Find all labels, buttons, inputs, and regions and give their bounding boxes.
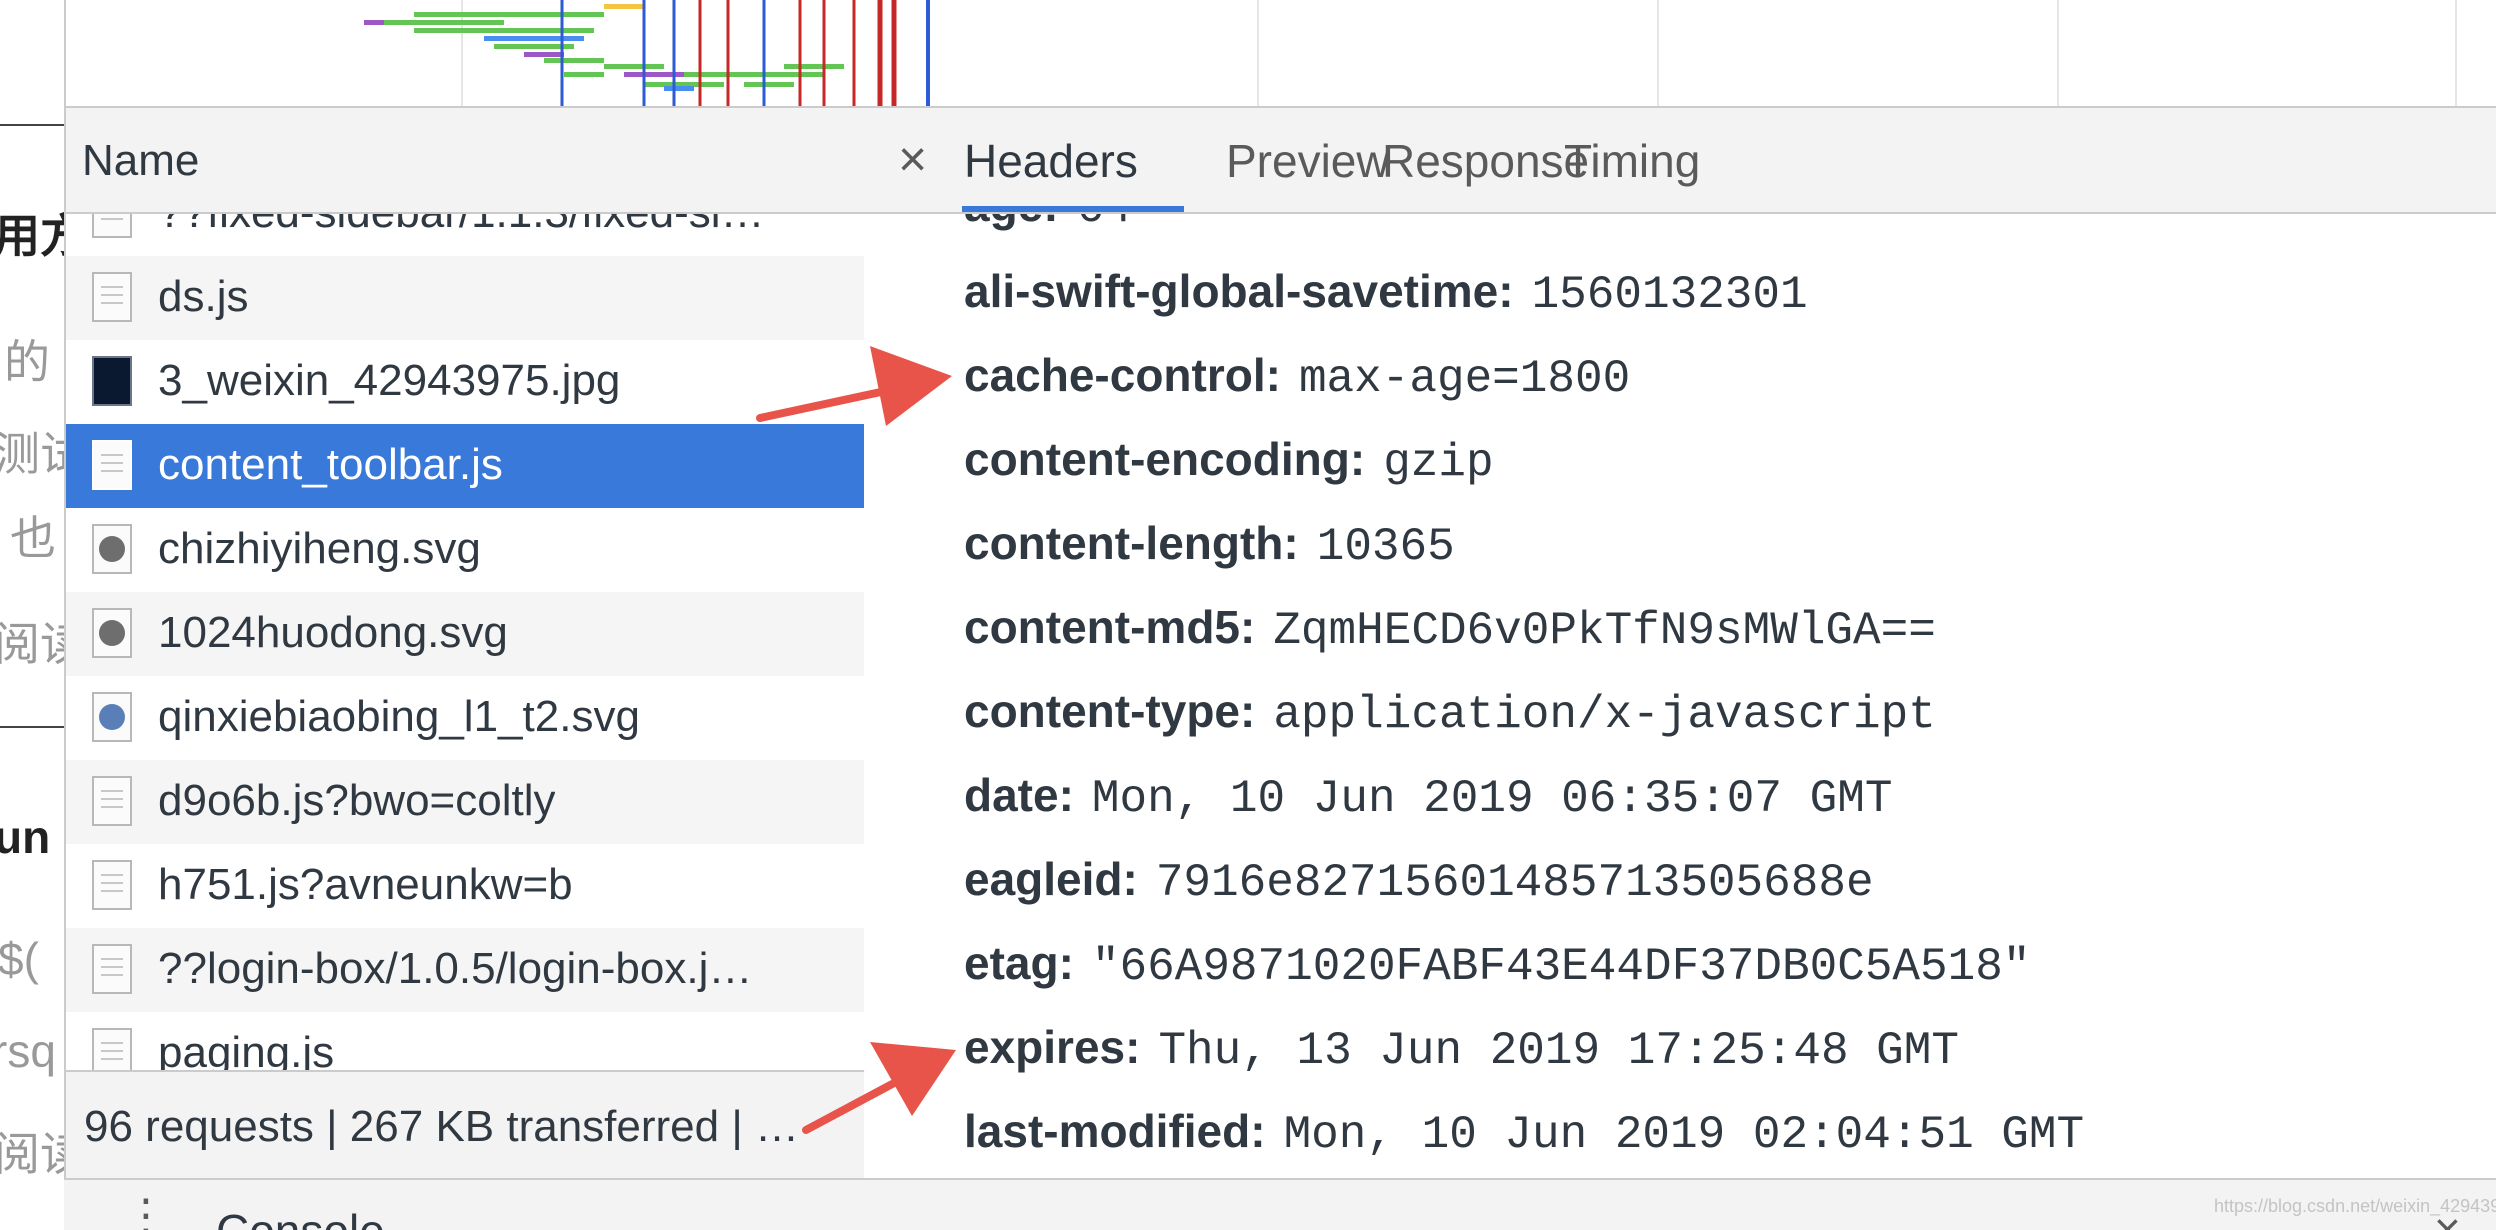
header-value: Thu, 13 Jun 2019 17:25:48 GMT bbox=[1158, 1025, 1959, 1077]
watermark: https://blog.csdn.net/weixin_42943975 bbox=[2214, 1196, 2496, 1216]
request-row[interactable]: h751.js?avneunkw=b bbox=[66, 844, 864, 928]
page-text-fragment: 也 bbox=[10, 512, 56, 564]
svg-badge-icon bbox=[92, 692, 132, 742]
header-key: ali-swift-global-savetime: bbox=[964, 265, 1514, 317]
page-text-fragment: 阅读 bbox=[0, 618, 64, 670]
header-key: content-length: bbox=[964, 517, 1299, 569]
request-detail-pane: × Headers Preview Response Timing age: 64… bbox=[864, 108, 2496, 1178]
file-icon bbox=[92, 214, 132, 238]
request-name: d9o6b.js?bwo=coltly bbox=[158, 776, 556, 825]
network-overview[interactable] bbox=[64, 0, 2496, 108]
header-value: "66A9871020FABF43E44DF37DB0C5A518" bbox=[1091, 941, 2031, 993]
close-icon[interactable]: × bbox=[898, 130, 927, 188]
request-name: ds.js bbox=[158, 272, 249, 321]
request-summary: 96 requests | 267 KB transferred | … bbox=[84, 1102, 799, 1151]
name-column-header[interactable]: Name bbox=[66, 108, 864, 214]
request-row[interactable]: 1024huodong.svg bbox=[66, 592, 864, 676]
header-value: 64 bbox=[1077, 214, 1132, 235]
header-value: Mon, 10 Jun 2019 06:35:07 GMT bbox=[1091, 773, 1893, 825]
header-key: etag: bbox=[964, 937, 1074, 989]
request-name-column: Name ??fixed-sidebar/1.1.3/fixed-si… ds.… bbox=[64, 108, 866, 1178]
header-value: 7916e82715601485713505688e bbox=[1155, 857, 1874, 909]
header-row: expires: Thu, 13 Jun 2019 17:25:48 GMT bbox=[964, 1020, 1959, 1077]
page-heading-fragment: 用方 bbox=[0, 210, 64, 262]
detail-tabbar: × Headers Preview Response Timing bbox=[864, 108, 2496, 214]
request-row[interactable]: qinxiebiaobing_l1_t2.svg bbox=[66, 676, 864, 760]
svg-badge-icon bbox=[92, 608, 132, 658]
header-key: last-modified: bbox=[964, 1105, 1266, 1157]
header-value: max-age=1800 bbox=[1298, 353, 1631, 405]
file-icon bbox=[92, 944, 132, 994]
page-text-fragment: rsq bbox=[0, 1025, 56, 1077]
tab-timing[interactable]: Timing bbox=[1564, 134, 1700, 188]
request-row[interactable]: d9o6b.js?bwo=coltly bbox=[66, 760, 864, 844]
header-row: etag: "66A9871020FABF43E44DF37DB0C5A518" bbox=[964, 936, 2030, 993]
request-row[interactable]: ??fixed-sidebar/1.1.3/fixed-si… bbox=[66, 214, 864, 256]
divider bbox=[0, 726, 64, 728]
image-icon bbox=[92, 356, 132, 406]
page-heading-fragment: un bbox=[0, 811, 51, 863]
page-text-fragment: 阅读 bbox=[0, 1128, 64, 1180]
tab-console[interactable]: Console bbox=[216, 1204, 385, 1230]
network-status-bar: 96 requests | 267 KB transferred | … bbox=[66, 1070, 864, 1178]
header-key: date: bbox=[964, 769, 1074, 821]
annotation-arrow-icon bbox=[756, 346, 952, 426]
file-icon bbox=[92, 776, 132, 826]
request-name: h751.js?avneunkw=b bbox=[158, 860, 573, 909]
page-text-fragment: 的 bbox=[4, 336, 50, 388]
devtools-panel: Name ??fixed-sidebar/1.1.3/fixed-si… ds.… bbox=[64, 0, 2496, 1230]
header-row: content-type: application/x-javascript bbox=[964, 684, 1936, 741]
header-key: content-type: bbox=[964, 685, 1256, 737]
file-icon bbox=[92, 440, 132, 490]
header-value: ZqmHECD6v0PkTfN9sMWlGA== bbox=[1273, 605, 1936, 657]
tab-headers[interactable]: Headers bbox=[964, 134, 1138, 188]
header-key: content-encoding: bbox=[964, 433, 1366, 485]
more-options-icon[interactable]: ⋮ bbox=[124, 1190, 168, 1230]
console-drawer: ⋮ Console × bbox=[64, 1178, 2496, 1230]
active-tab-indicator bbox=[962, 206, 1184, 212]
tab-response[interactable]: Response bbox=[1382, 134, 1589, 188]
divider bbox=[0, 124, 64, 126]
header-value: gzip bbox=[1383, 437, 1494, 489]
svg-badge-icon bbox=[92, 524, 132, 574]
header-key: cache-control: bbox=[964, 349, 1281, 401]
request-name: 1024huodong.svg bbox=[158, 608, 508, 657]
request-row[interactable]: ??login-box/1.0.5/login-box.j… bbox=[66, 928, 864, 1012]
annotation-arrow-icon bbox=[802, 1042, 956, 1134]
waterfall-overview-chart bbox=[64, 0, 2457, 106]
header-key: content-md5: bbox=[964, 601, 1256, 653]
file-icon bbox=[92, 860, 132, 910]
request-row[interactable]: chizhiyiheng.svg bbox=[66, 508, 864, 592]
name-column-header-label: Name bbox=[82, 136, 200, 185]
request-name: ??login-box/1.0.5/login-box.j… bbox=[158, 944, 753, 993]
header-row: cache-control: max-age=1800 bbox=[964, 348, 1630, 405]
file-icon bbox=[92, 272, 132, 322]
header-key: expires: bbox=[964, 1021, 1141, 1073]
header-key: eagleid: bbox=[964, 853, 1138, 905]
header-row: age: 64 bbox=[964, 214, 1132, 235]
page-content-fragment: 用方 的 测试 也 阅读 un $( rsq 阅读 bbox=[0, 0, 64, 1228]
header-row: content-md5: ZqmHECD6v0PkTfN9sMWlGA== bbox=[964, 600, 1936, 657]
response-headers-list[interactable]: age: 64 ali-swift-global-savetime: 1560132… bbox=[864, 214, 2496, 1178]
header-value: application/x-javascript bbox=[1273, 689, 1936, 741]
request-row[interactable]: ds.js bbox=[66, 256, 864, 340]
request-name: ??fixed-sidebar/1.1.3/fixed-si… bbox=[158, 214, 765, 238]
header-row: content-length: 10365 bbox=[964, 516, 1455, 573]
tab-preview[interactable]: Preview bbox=[1226, 134, 1390, 188]
header-value: 1560132301 bbox=[1531, 269, 1808, 321]
request-name: 3_weixin_42943975.jpg bbox=[158, 356, 621, 405]
header-value: Mon, 10 Jun 2019 02:04:51 GMT bbox=[1283, 1109, 2085, 1161]
header-row: ali-swift-global-savetime: 1560132301 bbox=[964, 264, 1808, 321]
header-row: date: Mon, 10 Jun 2019 06:35:07 GMT bbox=[964, 768, 1892, 825]
page-text-fragment: 测试 bbox=[0, 428, 64, 480]
request-name: qinxiebiaobing_l1_t2.svg bbox=[158, 692, 640, 741]
page-text-fragment: $( bbox=[0, 933, 39, 985]
header-value: 10365 bbox=[1316, 521, 1455, 573]
request-name: content_toolbar.js bbox=[158, 440, 503, 489]
header-key: age: bbox=[964, 214, 1059, 231]
header-row: content-encoding: gzip bbox=[964, 432, 1494, 489]
request-name: chizhiyiheng.svg bbox=[158, 524, 481, 573]
header-row: last-modified: Mon, 10 Jun 2019 02:04:51 … bbox=[964, 1104, 2084, 1161]
header-row: eagleid: 7916e82715601485713505688e bbox=[964, 852, 1874, 909]
